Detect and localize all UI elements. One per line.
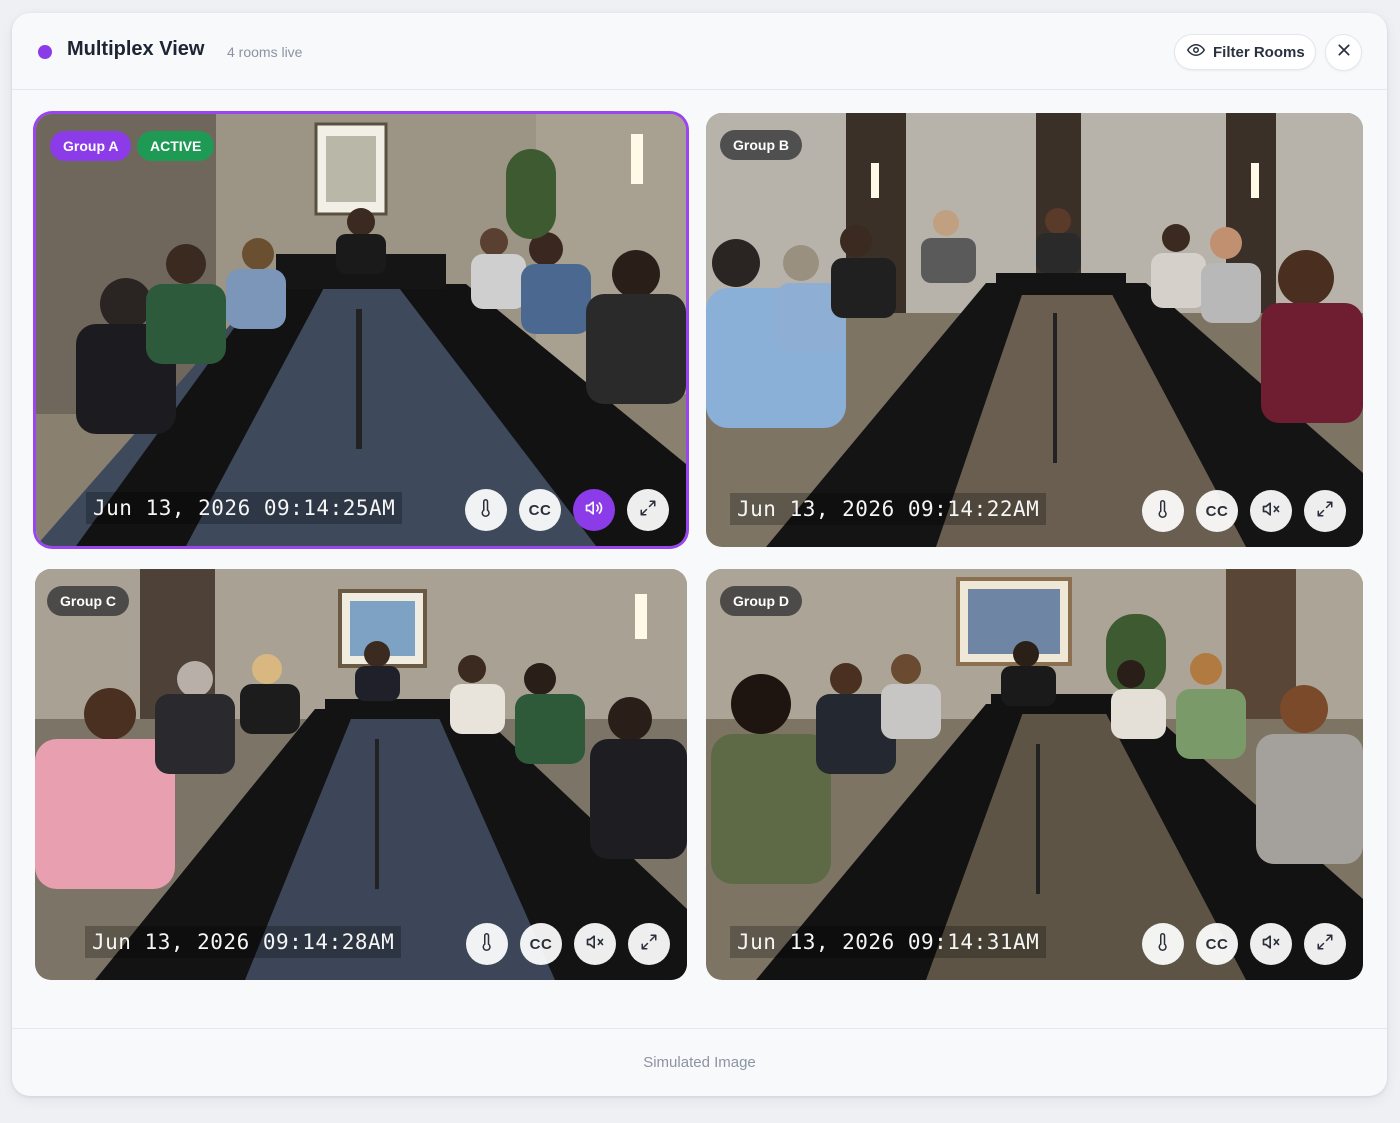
thermometer-icon: [1154, 499, 1172, 524]
room-tile-group-b[interactable]: Group B Jun 13, 2026 09:14:22AM CC: [706, 113, 1363, 547]
cc-icon: CC: [529, 935, 553, 953]
cc-icon: CC: [528, 501, 552, 519]
active-status-badge: ACTIVE: [137, 131, 215, 161]
modal-header: Multiplex View 4 rooms live Filter Rooms: [12, 13, 1387, 90]
group-badge: Group D: [720, 586, 802, 616]
group-badge: Group C: [47, 586, 129, 616]
live-indicator-dot: [38, 45, 52, 59]
footer-caption: Simulated Image: [643, 1054, 756, 1071]
fullscreen-button[interactable]: [627, 489, 669, 531]
room-tile-group-c[interactable]: Group C Jun 13, 2026 09:14:28AM CC: [35, 569, 687, 980]
thermometer-icon: [478, 932, 496, 957]
temperature-button[interactable]: [1142, 490, 1184, 532]
room-video-feed: [35, 569, 687, 980]
timestamp-overlay: Jun 13, 2026 09:14:25AM: [86, 492, 403, 524]
eye-icon: [1187, 41, 1205, 63]
volume-muted-icon: [585, 932, 605, 957]
thermometer-icon: [477, 498, 495, 523]
page-title: Multiplex View: [67, 38, 205, 60]
timestamp-overlay: Jun 13, 2026 09:14:22AM: [730, 493, 1047, 525]
volume-muted-icon: [1261, 499, 1281, 524]
tile-controls: CC: [466, 923, 670, 965]
fullscreen-button[interactable]: [1304, 490, 1346, 532]
temperature-button[interactable]: [1142, 923, 1184, 965]
timestamp-overlay: Jun 13, 2026 09:14:31AM: [730, 926, 1047, 958]
volume-muted-icon: [1261, 932, 1281, 957]
modal-footer: Simulated Image: [12, 1028, 1387, 1096]
filter-rooms-button[interactable]: Filter Rooms: [1174, 34, 1316, 70]
close-icon: [1336, 42, 1352, 63]
fullscreen-button[interactable]: [628, 923, 670, 965]
group-badge: Group B: [720, 130, 802, 160]
room-tile-group-a[interactable]: Group A ACTIVE Jun 13, 2026 09:14:25AM C…: [36, 114, 686, 546]
expand-icon: [639, 499, 657, 522]
captions-button[interactable]: CC: [519, 489, 561, 531]
room-tile-group-d[interactable]: Group D Jun 13, 2026 09:14:31AM CC: [706, 569, 1363, 980]
temperature-button[interactable]: [465, 489, 507, 531]
multiplex-modal: Multiplex View 4 rooms live Filter Rooms: [12, 13, 1387, 1096]
audio-toggle-button[interactable]: [1250, 923, 1292, 965]
group-badge: Group A: [50, 131, 132, 161]
captions-button[interactable]: CC: [1196, 490, 1238, 532]
volume-on-icon: [584, 498, 604, 523]
room-video-feed: [706, 569, 1363, 980]
rooms-live-count: 4 rooms live: [227, 44, 303, 60]
tile-controls: CC: [1142, 923, 1346, 965]
temperature-button[interactable]: [466, 923, 508, 965]
expand-icon: [1316, 500, 1334, 523]
room-video-feed: [36, 114, 686, 546]
cc-icon: CC: [1205, 502, 1229, 520]
thermometer-icon: [1154, 932, 1172, 957]
audio-toggle-button[interactable]: [1250, 490, 1292, 532]
expand-icon: [640, 933, 658, 956]
audio-toggle-button[interactable]: [573, 489, 615, 531]
fullscreen-button[interactable]: [1304, 923, 1346, 965]
expand-icon: [1316, 933, 1334, 956]
audio-toggle-button[interactable]: [574, 923, 616, 965]
timestamp-overlay: Jun 13, 2026 09:14:28AM: [85, 926, 402, 958]
close-button[interactable]: [1325, 34, 1362, 71]
filter-rooms-label: Filter Rooms: [1213, 43, 1305, 61]
cc-icon: CC: [1205, 935, 1229, 953]
tile-controls: CC: [465, 489, 669, 531]
captions-button[interactable]: CC: [520, 923, 562, 965]
captions-button[interactable]: CC: [1196, 923, 1238, 965]
tile-controls: CC: [1142, 490, 1346, 532]
room-video-feed: [706, 113, 1363, 547]
